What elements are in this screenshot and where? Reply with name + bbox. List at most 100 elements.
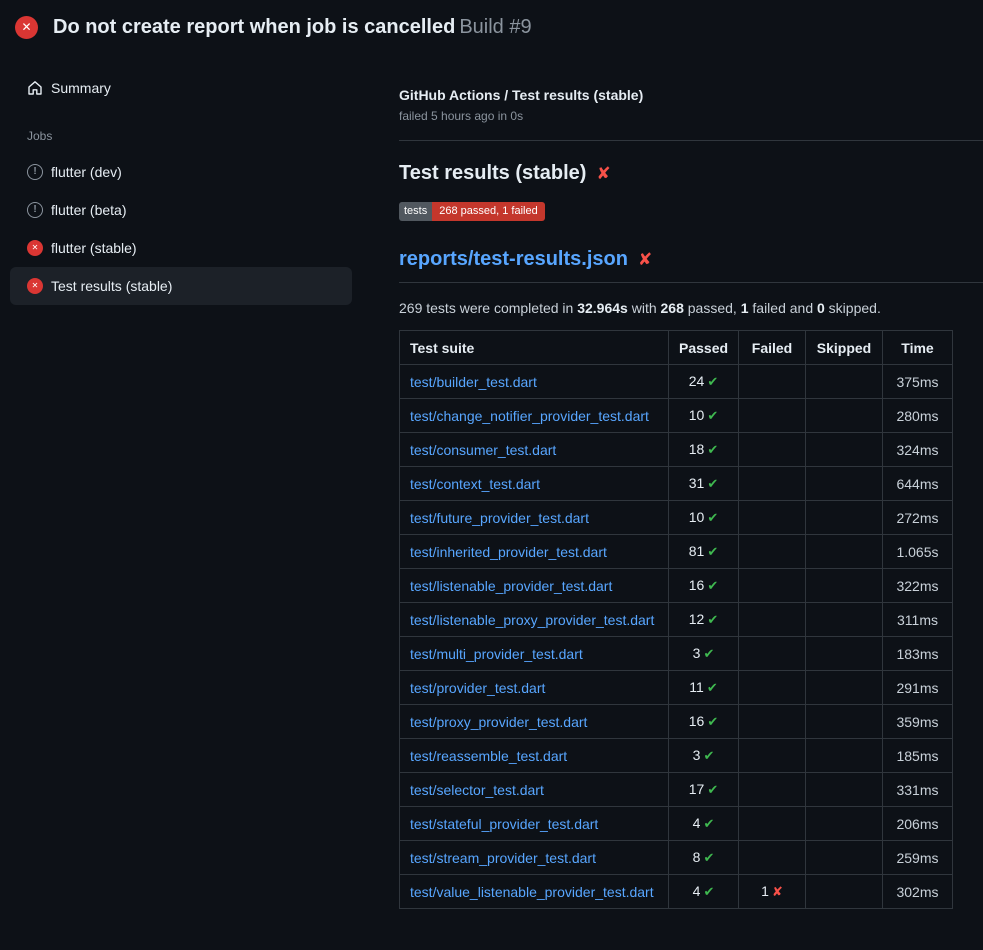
passed-count: 4: [693, 815, 701, 831]
test-suite-link[interactable]: test/provider_test.dart: [410, 680, 545, 696]
check-icon: ✔: [707, 408, 718, 423]
table-row: test/builder_test.dart24✔375ms: [400, 365, 953, 399]
passed-cell: 16✔: [669, 569, 739, 603]
table-row: test/stateful_provider_test.dart 4✔ 206ms: [400, 807, 953, 841]
failed-cell: [739, 671, 806, 705]
test-suite-link[interactable]: test/listenable_provider_test.dart: [410, 578, 612, 594]
test-suite-link[interactable]: test/change_notifier_provider_test.dart: [410, 408, 649, 424]
test-suite-link[interactable]: test/consumer_test.dart: [410, 442, 556, 458]
suite-cell: test/selector_test.dart: [400, 773, 669, 807]
x-circle-icon: ✕: [27, 278, 43, 294]
test-suite-link[interactable]: test/future_provider_test.dart: [410, 510, 589, 526]
check-icon: ✔: [707, 578, 718, 593]
table-row: test/listenable_provider_test.dart 16✔ 322…: [400, 569, 953, 603]
time-cell: 375ms: [883, 365, 953, 399]
passed-count: 10: [689, 509, 705, 525]
time-cell: 291ms: [883, 671, 953, 705]
skipped-cell: [806, 637, 883, 671]
test-suite-link[interactable]: test/listenable_proxy_provider_test.dart: [410, 612, 654, 628]
check-icon: ✔: [707, 374, 718, 389]
failed-cell: [739, 773, 806, 807]
skipped-cell: [806, 365, 883, 399]
test-suite-link[interactable]: test/builder_test.dart: [410, 374, 537, 390]
table-row: test/inherited_provider_test.dart81✔1.06…: [400, 535, 953, 569]
time-cell: 206ms: [883, 807, 953, 841]
check-run-header: ✕ Do not create report when job is cance…: [0, 0, 983, 51]
summary-mid: failed and: [749, 300, 818, 316]
check-icon: ✔: [707, 782, 718, 797]
passed-count: 11: [689, 679, 704, 695]
breadcrumb: GitHub Actions / Test results (stable): [399, 87, 983, 103]
sidebar-item-label: Summary: [51, 80, 111, 96]
passed-cell: 10✔: [669, 501, 739, 535]
divider: [399, 140, 983, 141]
skipped-cell: [806, 705, 883, 739]
table-row: test/change_notifier_provider_test.dart 1…: [400, 399, 953, 433]
test-suite-link[interactable]: test/multi_provider_test.dart: [410, 646, 583, 662]
summary-prefix: 269 tests were completed in: [399, 300, 577, 316]
suite-cell: test/proxy_provider_test.dart: [400, 705, 669, 739]
table-row: test/proxy_provider_test.dart16✔359ms: [400, 705, 953, 739]
passed-cell: 17✔: [669, 773, 739, 807]
column-header-skipped: Skipped: [806, 331, 883, 365]
test-suite-link[interactable]: test/reassemble_test.dart: [410, 748, 567, 764]
passed-count: 4: [693, 883, 701, 899]
time-cell: 322ms: [883, 569, 953, 603]
skipped-cell: [806, 773, 883, 807]
skipped-cell: [806, 399, 883, 433]
run-status-line: failed 5 hours ago in 0s: [399, 109, 983, 123]
table-row: test/future_provider_test.dart 10✔ 272ms: [400, 501, 953, 535]
time-cell: 272ms: [883, 501, 953, 535]
time-cell: 644ms: [883, 467, 953, 501]
table-row: test/reassemble_test.dart3✔185ms: [400, 739, 953, 773]
check-icon: ✔: [707, 544, 718, 559]
summary-failed-count: 1: [741, 300, 749, 316]
failed-cell: [739, 501, 806, 535]
suite-cell: test/stream_provider_test.dart: [400, 841, 669, 875]
table-row: test/stream_provider_test.dart8✔259ms: [400, 841, 953, 875]
failed-cell: [739, 841, 806, 875]
suite-cell: test/value_listenable_provider_test.dart: [400, 875, 669, 909]
skipped-cell: [806, 807, 883, 841]
sidebar-item-test-results-stable[interactable]: ✕ Test results (stable): [10, 267, 352, 305]
table-row: test/consumer_test.dart18✔324ms: [400, 433, 953, 467]
test-suite-link[interactable]: test/stateful_provider_test.dart: [410, 816, 598, 832]
table-header-row: Test suite Passed Failed Skipped Time: [400, 331, 953, 365]
test-suite-link[interactable]: test/value_listenable_provider_test.dart: [410, 884, 654, 900]
failed-cell: [739, 603, 806, 637]
time-cell: 183ms: [883, 637, 953, 671]
summary-suffix: skipped.: [825, 300, 881, 316]
passed-count: 10: [689, 407, 705, 423]
test-suite-link[interactable]: test/selector_test.dart: [410, 782, 544, 798]
report-link[interactable]: reports/test-results.json: [399, 248, 628, 271]
sidebar-item-label: Test results (stable): [51, 278, 172, 294]
passed-cell: 16✔: [669, 705, 739, 739]
badge-value: 268 passed, 1 failed: [432, 202, 544, 221]
sidebar-item-flutter-beta[interactable]: !flutter (beta): [10, 191, 352, 229]
skipped-cell: [806, 841, 883, 875]
test-suite-link[interactable]: test/inherited_provider_test.dart: [410, 544, 607, 560]
passed-count: 8: [693, 849, 701, 865]
failed-cell: [739, 569, 806, 603]
skipped-cell: [806, 603, 883, 637]
test-suite-link[interactable]: test/proxy_provider_test.dart: [410, 714, 587, 730]
sidebar-item-summary[interactable]: Summary: [10, 69, 352, 107]
test-suite-link[interactable]: test/stream_provider_test.dart: [410, 850, 596, 866]
failed-cell: [739, 807, 806, 841]
results-table-body: test/builder_test.dart24✔375mstest/chang…: [400, 365, 953, 909]
time-cell: 185ms: [883, 739, 953, 773]
test-suite-link[interactable]: test/context_test.dart: [410, 476, 540, 492]
skipped-cell: [806, 501, 883, 535]
suite-cell: test/builder_test.dart: [400, 365, 669, 399]
sidebar-item-flutter-stable[interactable]: ✕flutter (stable): [10, 229, 352, 267]
summary-mid: with: [628, 300, 661, 316]
failed-cell: [739, 365, 806, 399]
time-cell: 331ms: [883, 773, 953, 807]
summary-mid: passed,: [684, 300, 741, 316]
passed-count: 3: [693, 645, 701, 661]
sidebar: Summary Jobs !flutter (dev)!flutter (bet…: [0, 51, 375, 305]
suite-cell: test/reassemble_test.dart: [400, 739, 669, 773]
sidebar-item-flutter-dev[interactable]: !flutter (dev): [10, 153, 352, 191]
check-icon: ✔: [703, 816, 714, 831]
x-circle-icon: ✕: [27, 240, 43, 256]
